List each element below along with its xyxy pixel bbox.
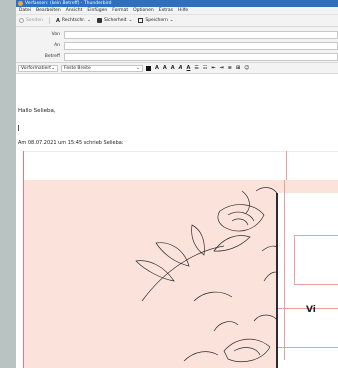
quote-outline xyxy=(286,151,338,180)
italic-icon[interactable]: A xyxy=(179,65,183,71)
menu-bar: Datei Bearbeiten Ansicht Einfügen Format… xyxy=(16,7,338,15)
lock-icon xyxy=(96,18,102,23)
menu-file[interactable]: Datei xyxy=(19,8,31,13)
save-icon xyxy=(138,18,144,23)
quote-header: Am 08.07.2021 um 15:45 schrieb Selieba: xyxy=(18,140,124,146)
chevron-down-icon: ⌄ xyxy=(87,18,91,23)
menu-format[interactable]: Format xyxy=(112,8,128,13)
thunderbird-icon xyxy=(18,1,23,6)
compose-window: Verfassen: (kein Betreff) - Thunderbird … xyxy=(16,0,338,368)
chevron-down-icon: ⌄ xyxy=(51,65,55,71)
menu-edit[interactable]: Bearbeiten xyxy=(36,8,61,13)
text-cursor xyxy=(18,125,19,131)
format-toolbar: Vorformatiert ⌄ Feste Breite ⌄ A A A A A… xyxy=(16,63,338,74)
chevron-down-icon: ⌄ xyxy=(136,65,140,71)
send-button[interactable]: Senden xyxy=(19,18,43,23)
bullet-list-icon[interactable]: ☰ xyxy=(194,65,198,71)
insert-icon[interactable]: ⊞ xyxy=(236,65,240,71)
outdent-icon[interactable]: ⇤ xyxy=(211,65,215,71)
menu-view[interactable]: Ansicht xyxy=(66,8,83,13)
from-row: Von xyxy=(16,29,338,40)
send-icon xyxy=(19,18,24,23)
chevron-down-icon: ⌄ xyxy=(128,18,133,23)
window-title: Verfassen: (kein Betreff) - Thunderbird xyxy=(25,1,112,6)
align-icon[interactable]: ≡ xyxy=(228,65,232,71)
quote-outline xyxy=(284,180,338,360)
security-button[interactable]: Sicherheit ⌄ xyxy=(96,18,133,23)
paragraph-format-select[interactable]: Vorformatiert ⌄ xyxy=(18,64,58,72)
bold-icon[interactable]: A xyxy=(171,65,175,71)
font-select[interactable]: Feste Breite ⌄ xyxy=(61,64,143,72)
title-bar: Verfassen: (kein Betreff) - Thunderbird xyxy=(16,0,338,7)
menu-options[interactable]: Optionen xyxy=(133,8,154,13)
toolbar-separator xyxy=(48,17,50,24)
emoji-icon[interactable]: ☺ xyxy=(244,65,249,71)
quote-visible-text: Vi xyxy=(306,305,316,315)
compose-toolbar: Senden A Rechtschr. ⌄ Sicherheit ⌄ Speic… xyxy=(16,15,338,27)
greeting-text: Hallo Selieba, xyxy=(18,108,56,114)
font-smaller-icon[interactable]: A xyxy=(155,65,159,71)
spellcheck-icon: A xyxy=(55,18,60,24)
to-label: An xyxy=(54,43,60,48)
text-color-icon[interactable] xyxy=(146,65,151,71)
save-button[interactable]: Speichern ⌄ xyxy=(138,18,174,23)
from-field[interactable] xyxy=(64,30,338,39)
subject-label: Betreff xyxy=(44,54,60,59)
to-row: An xyxy=(16,40,338,51)
menu-tools[interactable]: Extras xyxy=(159,8,173,13)
menu-insert[interactable]: Einfügen xyxy=(87,8,107,13)
floral-illustration xyxy=(135,187,283,362)
header-fields: Von An Betreff xyxy=(16,27,338,63)
numbered-list-icon[interactable]: ☷ xyxy=(203,65,207,71)
underline-icon[interactable]: A xyxy=(187,65,191,71)
spelling-button[interactable]: A Rechtschr. ⌄ xyxy=(55,18,91,24)
menu-help[interactable]: Hilfe xyxy=(178,8,188,13)
chevron-down-icon: ⌄ xyxy=(169,18,174,23)
font-larger-icon[interactable]: A xyxy=(163,65,167,71)
from-label: Von xyxy=(51,32,60,37)
to-field[interactable] xyxy=(64,41,338,50)
quoted-message xyxy=(23,151,338,368)
indent-icon[interactable]: ⇥ xyxy=(220,65,224,71)
subject-row: Betreff xyxy=(16,51,338,62)
subject-field[interactable] xyxy=(64,52,338,61)
